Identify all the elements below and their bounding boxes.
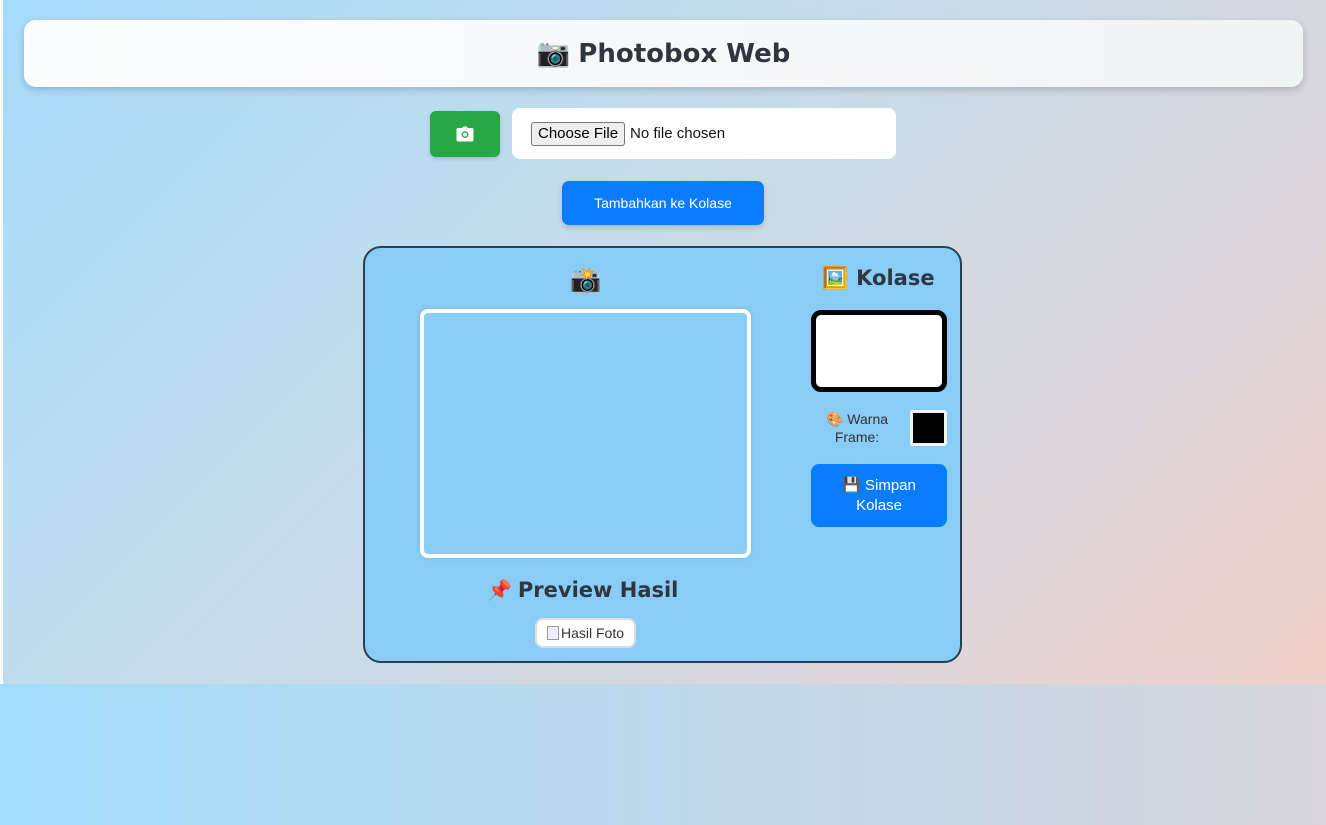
camera-capture-button[interactable]	[430, 111, 500, 157]
floppy-disk-icon: 💾	[842, 476, 861, 494]
save-collage-label-2: Kolase	[856, 496, 902, 514]
frame-color-picker[interactable]	[910, 410, 947, 446]
save-label-line1: Simpan	[865, 476, 916, 494]
save-collage-button[interactable]: 💾 Simpan Kolase	[811, 464, 947, 527]
preview-title: Preview Hasil	[517, 578, 679, 602]
preview-heading: 📌 Preview Hasil	[487, 578, 678, 602]
choose-file-button[interactable]: Choose File	[531, 121, 626, 146]
palette-icon: 🎨	[825, 411, 844, 427]
camera-preview	[420, 309, 751, 558]
pushpin-icon: 📌	[487, 578, 512, 602]
frame-color-label-line1: Warna	[847, 411, 889, 427]
app-header: 📷 Photobox Web	[24, 20, 1303, 87]
add-to-collage-button[interactable]: Tambahkan ke Kolase	[562, 181, 764, 225]
collage-title: Kolase	[856, 266, 935, 290]
result-photo: Hasil Foto	[535, 618, 636, 648]
file-input: Choose File No file chosen	[512, 108, 896, 159]
camera-icon	[456, 126, 474, 142]
title-row: 📷 Photobox Web	[537, 39, 791, 69]
broken-image-icon	[546, 626, 559, 640]
collage-heading: 🖼️ Kolase	[822, 266, 935, 290]
frame-color-label: 🎨 Warna Frame:	[815, 410, 899, 446]
file-status: No file chosen	[630, 125, 726, 142]
camera-icon: 📷	[536, 38, 571, 69]
collage-canvas	[811, 310, 947, 392]
main-panel: 📸 📌 Preview Hasil Hasil Foto 🖼️ Kolase 🎨…	[363, 246, 962, 663]
result-photo-alt: Hasil Foto	[560, 625, 625, 641]
framed-picture-icon: 🖼️	[822, 265, 849, 290]
camera-flash-icon: 📸	[570, 265, 602, 294]
save-collage-label-1: 💾 Simpan	[842, 476, 916, 496]
lower-background	[0, 684, 1326, 825]
frame-color-label-line2: Frame:	[834, 429, 880, 445]
page-title: Photobox Web	[578, 38, 791, 69]
